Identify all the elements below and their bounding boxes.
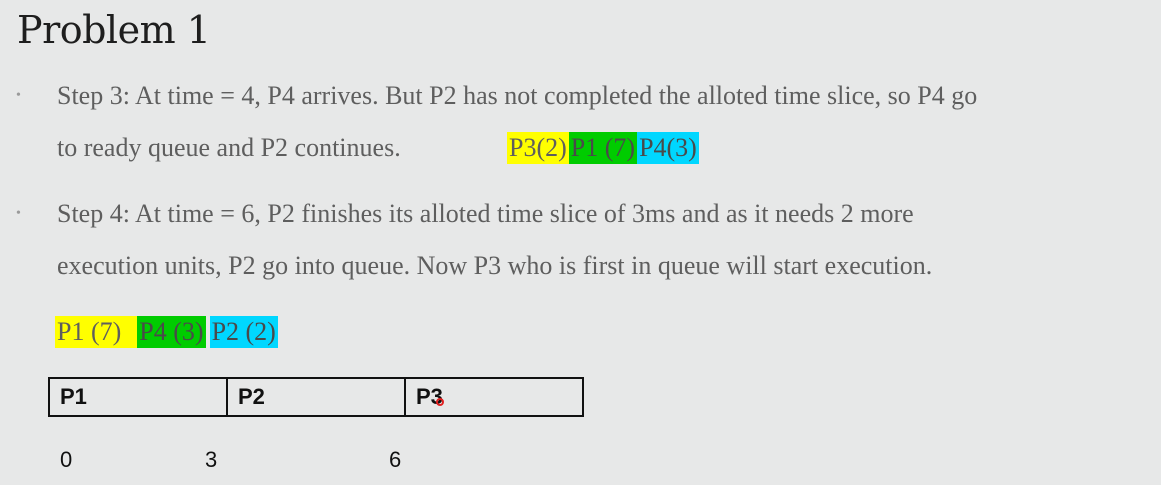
- gantt-cell: P1: [50, 379, 228, 415]
- step3-line-2: to ready queue and P2 continues.: [57, 133, 401, 162]
- gantt-cell: P2: [228, 379, 406, 415]
- gantt-chart: P1 P2 P3: [48, 377, 584, 417]
- bullet-marker: •: [16, 206, 21, 221]
- ready-queue-step4: P1 (7) P4 (3) P2 (2): [55, 316, 278, 348]
- queue-item: P1 (7): [568, 132, 638, 164]
- slide-title: Problem 1: [17, 8, 211, 52]
- queue-item: P1 (7): [55, 316, 138, 348]
- bullet-marker: •: [16, 88, 21, 103]
- gantt-tick: 6: [389, 447, 402, 472]
- queue-item: P4 (3): [137, 316, 206, 348]
- queue-item: P4(3): [637, 132, 699, 164]
- step4-line-1: Step 4: At time = 6, P2 finishes its all…: [57, 199, 914, 228]
- gantt-tick: 0: [60, 447, 73, 472]
- ready-queue-step3: P3(2) P1 (7) P4(3): [507, 132, 699, 164]
- step3-line-1: Step 3: At time = 4, P4 arrives. But P2 …: [57, 81, 978, 110]
- gantt-cell: P3: [416, 384, 443, 409]
- step4-line-2: execution units, P2 go into queue. Now P…: [57, 251, 933, 280]
- queue-item: P3(2): [507, 132, 569, 164]
- queue-item: P2 (2): [209, 316, 278, 348]
- gantt-tick: 3: [205, 447, 218, 472]
- mouse-cursor-icon: [436, 398, 444, 406]
